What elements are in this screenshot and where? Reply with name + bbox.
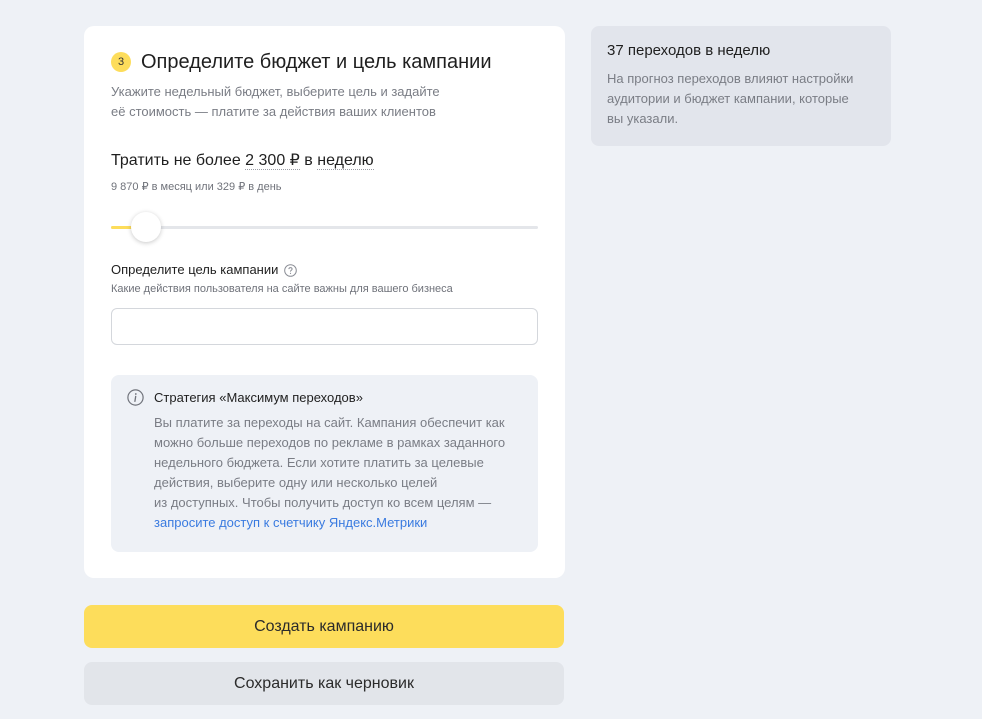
strategy-line: из доступных. Чтобы получить доступ ко в… [154,495,492,510]
goal-label-text: Определите цель кампании [111,262,279,277]
budget-breakdown: 9 870 ₽ в месяц или 329 ₽ в день [111,181,282,193]
metrika-access-link[interactable]: запросите доступ к счетчику Яндекс.Метри… [154,513,524,533]
strategy-info-box: Стратегия «Максимум переходов» Вы платит… [111,375,538,552]
strategy-title: Стратегия «Максимум переходов» [154,390,363,405]
budget-period-selector[interactable]: неделю [317,152,374,170]
slider-thumb[interactable] [131,212,162,242]
save-draft-button[interactable]: Сохранить как черновик [84,662,564,705]
campaign-budget-card: 3 Определите бюджет и цель кампании Укаж… [84,26,565,578]
card-description-line: её стоимость — платите за действия ваших… [111,104,436,119]
create-campaign-button[interactable]: Создать кампанию [84,605,564,648]
budget-amount[interactable]: 2 300 ₽ [245,152,300,170]
help-icon[interactable] [284,263,298,277]
forecast-line: вы указали. [607,111,679,126]
strategy-line: действия, выберите одну или несколько це… [154,475,438,490]
strategy-line: можно больше переходов по рекламе в рамк… [154,435,506,450]
info-icon [127,389,144,406]
forecast-description: На прогноз переходов влияют настройки ау… [607,69,882,129]
budget-slider[interactable] [111,212,538,242]
forecast-line: На прогноз переходов влияют настройки [607,71,854,86]
goal-input[interactable] [111,308,538,345]
forecast-panel: 37 переходов в неделю На прогноз переход… [591,26,891,146]
step-number-badge: 3 [111,52,131,72]
strategy-line: Вы платите за переходы на сайт. Кампания… [154,415,505,430]
budget-in-word: в [304,152,313,169]
card-description: Укажите недельный бюджет, выберите цель … [111,82,491,122]
budget-line: Тратить не более 2 300 ₽ в неделю [111,150,374,172]
strategy-line: недельного бюджета. Если хотите платить … [154,455,484,470]
goal-description: Какие действия пользователя на сайте важ… [111,283,453,295]
budget-prefix: Тратить не более [111,152,241,169]
card-title: Определите бюджет и цель кампании [141,51,492,73]
card-description-line: Укажите недельный бюджет, выберите цель … [111,84,440,99]
strategy-description: Вы платите за переходы на сайт. Кампания… [154,413,524,533]
forecast-title: 37 переходов в неделю [607,42,771,59]
slider-track[interactable] [111,226,538,229]
forecast-line: аудитории и бюджет кампании, которые [607,91,849,106]
goal-label: Определите цель кампании [111,261,298,279]
